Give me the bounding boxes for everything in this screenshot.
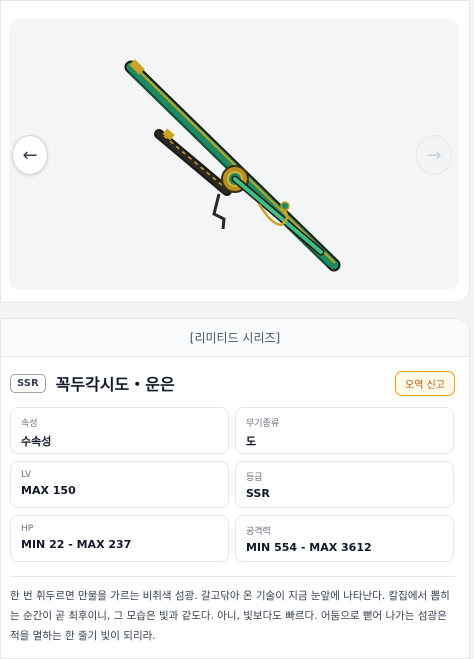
stat-label: HP: [21, 524, 34, 534]
stat-value: 수속성: [21, 435, 52, 448]
stat-hp: HP MIN 22 - MAX 237: [10, 515, 229, 562]
stat-value: MAX 150: [21, 484, 76, 497]
stat-value: 도: [246, 435, 257, 448]
report-translation-button[interactable]: 오역 신고: [395, 370, 455, 396]
item-name: 꼭두각시도・운은: [55, 375, 175, 394]
item-title-row: SSR 꼭두각시도・운은 오역 신고: [10, 370, 455, 396]
series-label: [리미티드 시리즈]: [1, 319, 469, 357]
item-info-card: [리미티드 시리즈] SSR 꼭두각시도・운은 오역 신고 속성 수속성 무기종…: [0, 318, 470, 659]
image-viewer: ← →: [0, 0, 470, 303]
stat-attack: 공격력 MIN 554 - MAX 3612: [235, 515, 454, 562]
stat-value: SSR: [246, 487, 270, 500]
weapon-image-stage: [9, 19, 459, 289]
stat-grade: 등급 SSR: [235, 461, 454, 508]
stat-label: 무기종류: [246, 419, 280, 429]
stat-value: MIN 22 - MAX 237: [21, 538, 132, 551]
stat-attribute: 속성 수속성: [10, 407, 229, 454]
weapon-image: [124, 59, 341, 272]
stat-label: 공격력: [246, 527, 271, 537]
stat-level: LV MAX 150: [10, 461, 229, 508]
arrow-right-icon: →: [426, 144, 442, 166]
rarity-badge: SSR: [10, 373, 46, 393]
stat-label: 등급: [246, 473, 263, 483]
stat-value: MIN 554 - MAX 3612: [246, 541, 372, 554]
stat-weapon-type: 무기종류 도: [235, 407, 454, 454]
arrow-left-icon: ←: [22, 144, 38, 166]
stat-label: 속성: [21, 419, 38, 429]
stat-label: LV: [21, 470, 32, 480]
item-description: 한 번 휘두르면 만물을 가르는 비취색 섬광. 갈고닦아 온 기술이 지금 눈…: [10, 590, 450, 642]
previous-image-button[interactable]: ←: [12, 135, 48, 175]
next-image-button[interactable]: →: [416, 135, 452, 175]
divider: [10, 576, 455, 577]
